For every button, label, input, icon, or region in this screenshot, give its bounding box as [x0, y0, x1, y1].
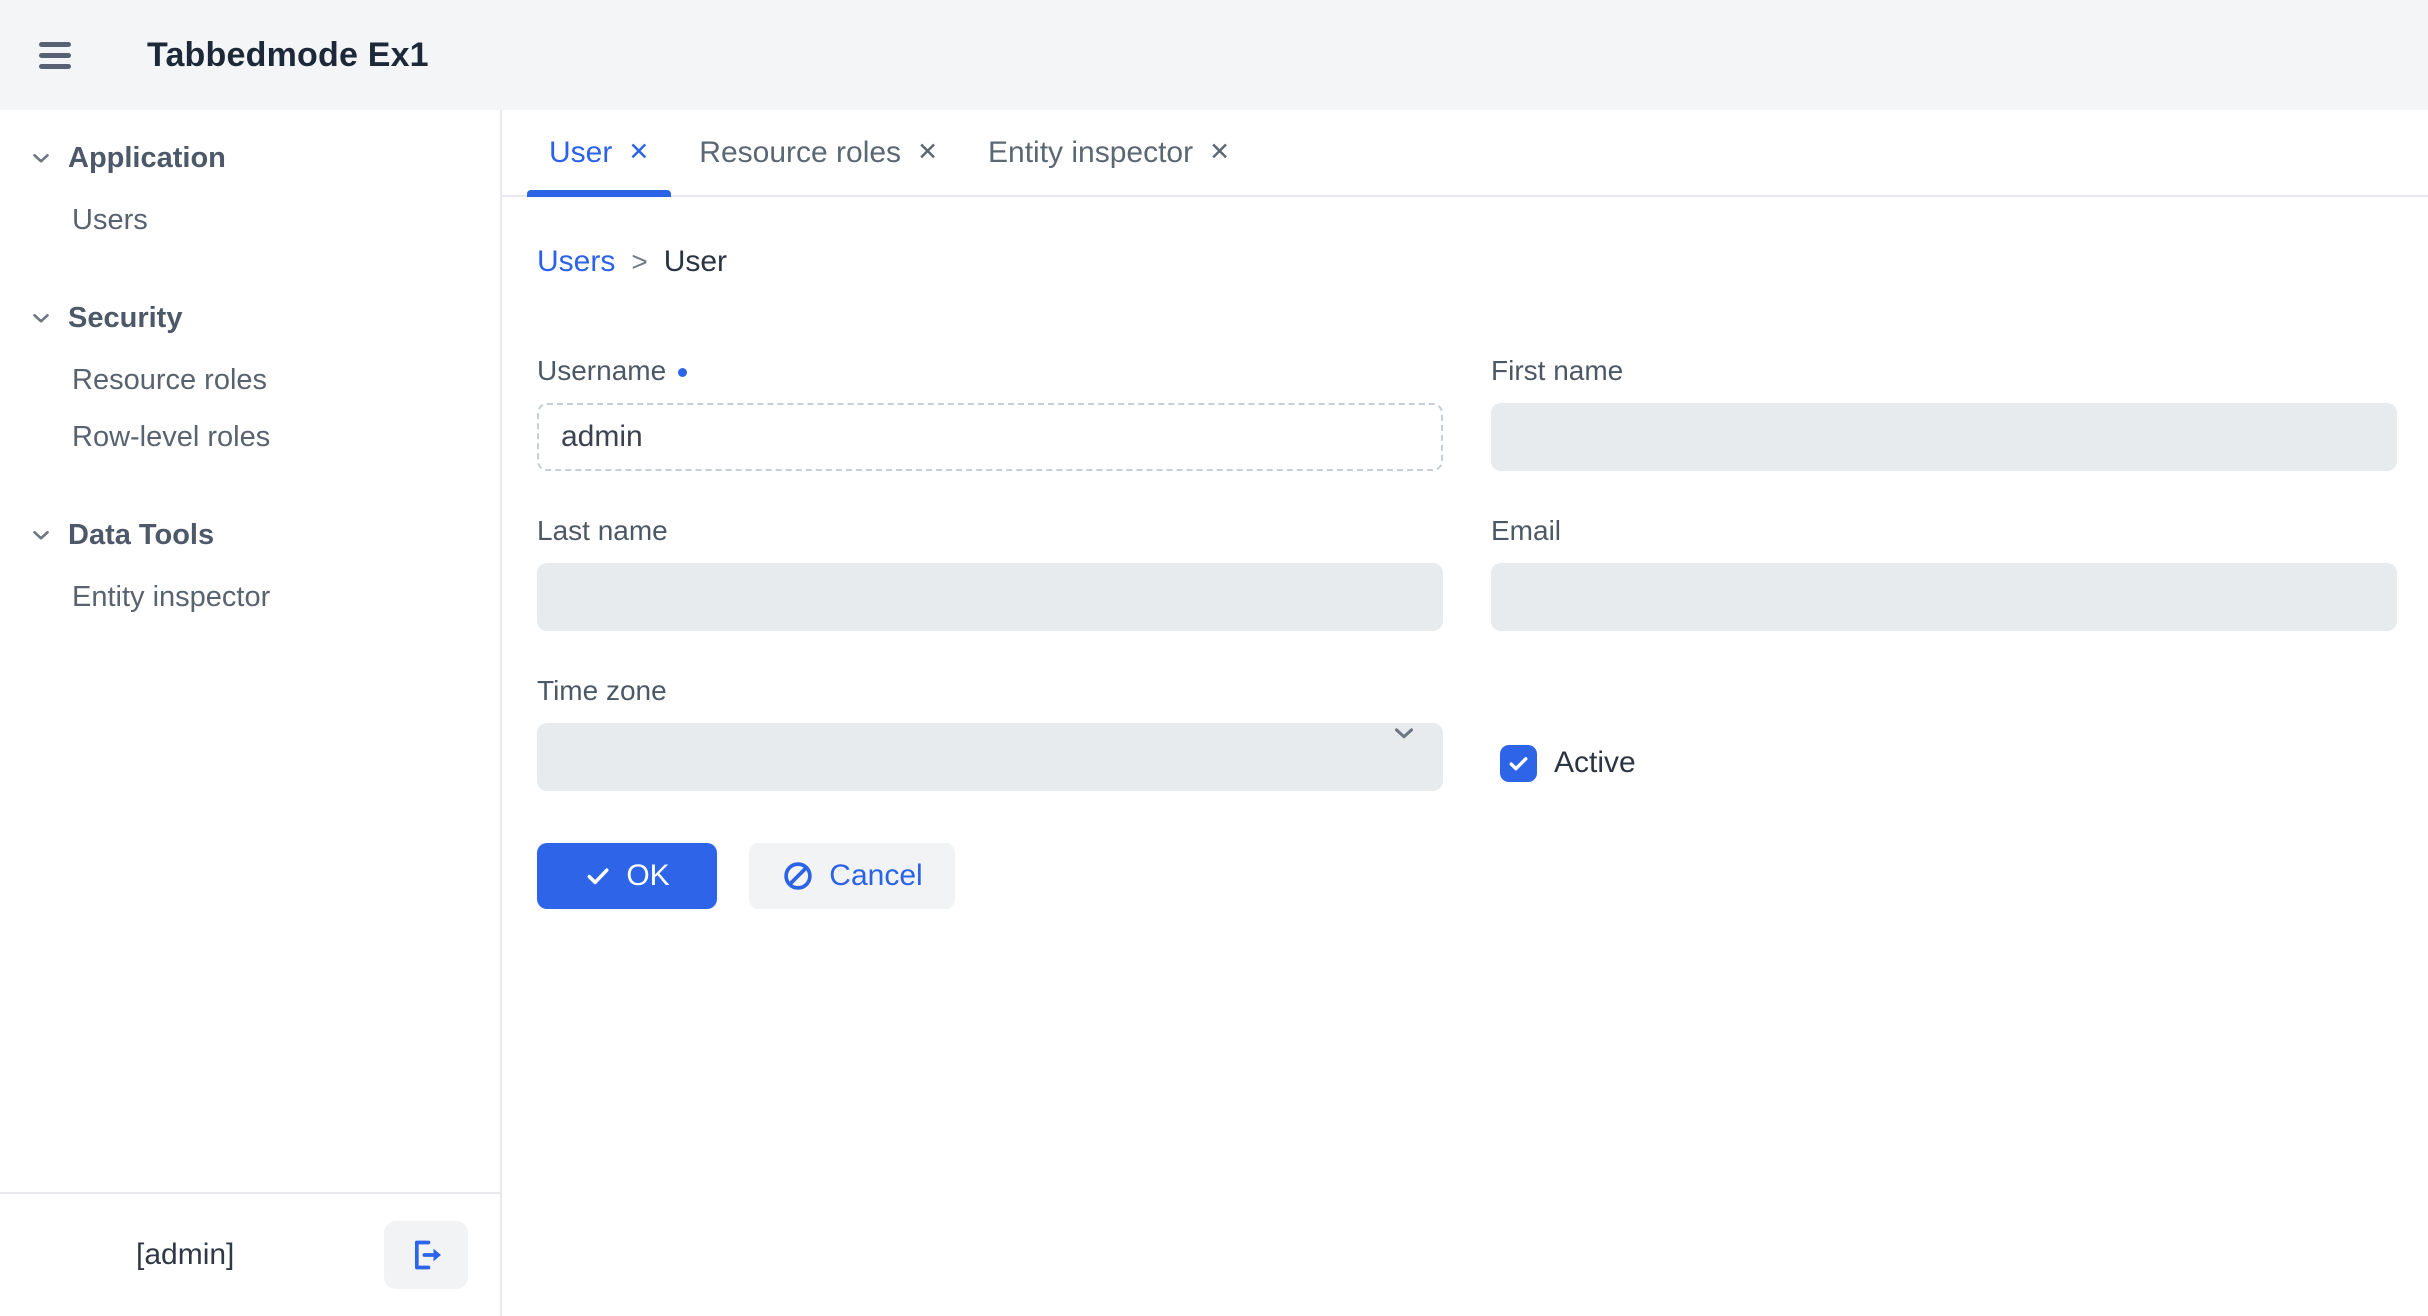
tab-label: Entity inspector: [988, 136, 1193, 170]
first-name-input[interactable]: [1491, 403, 2397, 471]
sidebar-section-label: Security: [68, 302, 182, 335]
active-checkbox-label[interactable]: Active: [1554, 746, 1636, 780]
top-header: Tabbedmode Ex1: [0, 0, 2428, 110]
sidebar-item-entity-inspector[interactable]: Entity inspector: [0, 577, 500, 617]
menu-toggle-button[interactable]: [0, 0, 110, 110]
sidebar-section-data-tools: Data Tools Entity inspector: [0, 515, 500, 617]
cancel-button[interactable]: Cancel: [749, 843, 955, 909]
email-label: Email: [1491, 515, 2397, 547]
last-name-label: Last name: [537, 515, 1443, 547]
sidebar-section-label: Data Tools: [68, 519, 214, 552]
chevron-down-icon: [28, 522, 54, 548]
chevron-down-icon: [28, 145, 54, 171]
sidebar-item-users[interactable]: Users: [0, 200, 500, 240]
main-area: User ✕ Resource roles ✕ Entity inspector…: [502, 110, 2428, 1316]
hamburger-icon: [39, 42, 71, 69]
close-tab-icon[interactable]: ✕: [917, 140, 938, 165]
tab-user[interactable]: User ✕: [527, 110, 671, 195]
last-name-field-group: Last name: [537, 515, 1443, 631]
logout-button[interactable]: [384, 1221, 468, 1289]
sidebar-section-header-security[interactable]: Security: [0, 298, 500, 338]
username-input[interactable]: [537, 403, 1443, 471]
close-tab-icon[interactable]: ✕: [1209, 140, 1230, 165]
chevron-down-icon: [28, 305, 54, 331]
sidebar: Application Users Security Resource role…: [0, 110, 502, 1316]
tab-bar: User ✕ Resource roles ✕ Entity inspector…: [502, 110, 2428, 197]
app-window: Tabbedmode Ex1 Application Users: [0, 0, 2428, 1316]
sidebar-item-label: Entity inspector: [72, 581, 270, 614]
app-title: Tabbedmode Ex1: [147, 36, 429, 75]
current-user-label: [admin]: [136, 1238, 234, 1272]
sidebar-item-label: Resource roles: [72, 364, 267, 397]
ban-icon: [781, 859, 815, 893]
breadcrumb: Users > User: [537, 245, 2428, 279]
tab-content: Users > User Username First name: [502, 245, 2428, 909]
sidebar-nav: Application Users Security Resource role…: [0, 110, 500, 1192]
sidebar-item-label: Row-level roles: [72, 421, 270, 454]
active-checkbox[interactable]: [1500, 745, 1537, 782]
sidebar-section-header-data-tools[interactable]: Data Tools: [0, 515, 500, 555]
sidebar-item-row-level-roles[interactable]: Row-level roles: [0, 417, 500, 457]
sidebar-section-header-application[interactable]: Application: [0, 138, 500, 178]
tab-label: Resource roles: [699, 136, 901, 170]
first-name-label: First name: [1491, 355, 2397, 387]
sidebar-section-security: Security Resource roles Row-level roles: [0, 298, 500, 457]
tab-label: User: [549, 136, 612, 170]
username-label: Username: [537, 355, 1443, 387]
close-tab-icon[interactable]: ✕: [628, 140, 649, 165]
logout-icon: [406, 1235, 446, 1275]
check-icon: [1506, 751, 1531, 776]
breadcrumb-separator: >: [631, 246, 647, 278]
tab-entity-inspector[interactable]: Entity inspector ✕: [966, 110, 1252, 195]
breadcrumb-link-users[interactable]: Users: [537, 245, 615, 279]
email-field-group: Email: [1491, 515, 2397, 631]
sidebar-item-resource-roles[interactable]: Resource roles: [0, 360, 500, 400]
required-indicator-icon: [678, 368, 687, 377]
sidebar-item-label: Users: [72, 204, 148, 237]
sidebar-section-application: Application Users: [0, 138, 500, 240]
first-name-field-group: First name: [1491, 355, 2397, 471]
time-zone-label: Time zone: [537, 675, 1443, 707]
form-actions: OK Cancel: [537, 843, 2428, 909]
user-detail-form: Username First name Last name: [537, 355, 2428, 791]
last-name-input[interactable]: [537, 563, 1443, 631]
time-zone-select[interactable]: [537, 723, 1443, 791]
breadcrumb-current: User: [664, 245, 727, 279]
sidebar-footer: [admin]: [0, 1192, 500, 1316]
time-zone-field-group: Time zone: [537, 675, 1443, 791]
active-field-group: Active: [1491, 735, 2397, 791]
sidebar-section-label: Application: [68, 142, 226, 175]
email-input[interactable]: [1491, 563, 2397, 631]
username-field-group: Username: [537, 355, 1443, 471]
ok-button[interactable]: OK: [537, 843, 717, 909]
check-icon: [584, 862, 612, 890]
tab-resource-roles[interactable]: Resource roles ✕: [677, 110, 960, 195]
